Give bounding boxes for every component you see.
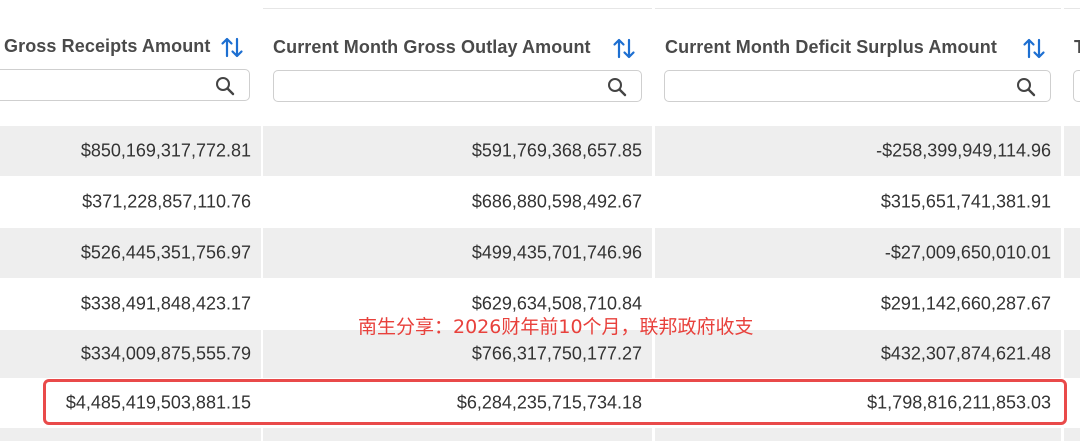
column-title: Current Month Deficit Surplus Amount <box>665 37 997 57</box>
table-cell: $850,169,317,772.81 <box>0 126 261 176</box>
annotation-caption: 南生分享：2026财年前10个月，联邦政府收支 <box>358 316 754 338</box>
data-table: Gross Receipts Amount $850,169,317,772.8… <box>0 0 1080 441</box>
outlay-value: $686,880,598,492.67 <box>471 191 642 212</box>
table-cell: $4,485,419,503,881.15 <box>0 378 261 428</box>
magnifier-icon <box>607 77 627 97</box>
table-cell: $686,880,598,492.67 <box>263 176 652 228</box>
deficit-value: $315,651,741,381.91 <box>880 191 1051 212</box>
receipts-value: $850,169,317,772.81 <box>80 140 251 161</box>
receipts-value: $371,228,857,110.76 <box>82 191 251 212</box>
search-input[interactable] <box>273 70 642 102</box>
search-input[interactable] <box>664 70 1051 102</box>
deficit-value: $1,798,816,211,853.03 <box>867 392 1051 413</box>
table-cell <box>1064 330 1080 378</box>
table-cell <box>1064 126 1080 176</box>
table-cell <box>0 428 261 441</box>
table-cell <box>263 428 652 441</box>
table-cell: $6,284,235,715,734.18 <box>263 378 652 428</box>
column-deficit-surplus: Current Month Deficit Surplus Amount -$2… <box>655 0 1061 441</box>
column-header: Gross Receipts Amount <box>0 8 261 126</box>
table-cell: $334,009,875,555.79 <box>0 330 261 378</box>
column-gross-outlay: Current Month Gross Outlay Amount $591,7… <box>263 0 652 441</box>
column-gross-receipts: Gross Receipts Amount $850,169,317,772.8… <box>0 0 261 441</box>
receipts-value: $4,485,419,503,881.15 <box>65 392 251 413</box>
table-cell: $371,228,857,110.76 <box>0 176 261 228</box>
deficit-value: -$258,399,949,114.96 <box>876 140 1051 161</box>
deficit-value: $291,142,660,287.67 <box>880 293 1051 314</box>
column-partial: T <box>1064 0 1080 441</box>
deficit-value: -$27,009,650,010.01 <box>884 242 1051 263</box>
table-cell: $1,798,816,211,853.03 <box>655 378 1061 428</box>
column-title: T <box>1074 37 1080 57</box>
search-input[interactable] <box>0 69 250 101</box>
table-cell: -$27,009,650,010.01 <box>655 228 1061 278</box>
receipts-value: $338,491,848,423.17 <box>80 293 251 314</box>
sort-arrows-icon[interactable] <box>1022 36 1046 62</box>
outlay-value: $766,317,750,177.27 <box>471 343 642 364</box>
table-cell <box>1064 278 1080 330</box>
table-cell <box>1064 378 1080 428</box>
table-cell: $315,651,741,381.91 <box>655 176 1061 228</box>
receipts-value: $526,445,351,756.97 <box>80 242 251 263</box>
table-cell <box>1064 228 1080 278</box>
table-cell <box>655 428 1061 441</box>
sort-arrows-icon[interactable] <box>220 35 244 61</box>
table-cell: $338,491,848,423.17 <box>0 278 261 330</box>
sort-arrows-icon[interactable] <box>612 36 636 62</box>
receipts-value: $334,009,875,555.79 <box>80 343 251 364</box>
search-input[interactable] <box>1073 70 1080 102</box>
table-cell <box>1064 428 1080 441</box>
column-header: Current Month Gross Outlay Amount <box>263 8 652 127</box>
outlay-value: $6,284,235,715,734.18 <box>456 392 642 413</box>
table-cell: $591,769,368,657.85 <box>263 126 652 176</box>
column-title: Gross Receipts Amount <box>4 36 211 56</box>
magnifier-icon <box>215 76 235 96</box>
magnifier-icon <box>1016 77 1036 97</box>
table-cell <box>1064 176 1080 228</box>
column-title: Current Month Gross Outlay Amount <box>273 37 591 57</box>
table-cell: $526,445,351,756.97 <box>0 228 261 278</box>
outlay-value: $591,769,368,657.85 <box>471 140 642 161</box>
deficit-value: $432,307,874,621.48 <box>880 343 1051 364</box>
table-cell: $499,435,701,746.96 <box>263 228 652 278</box>
outlay-value: $499,435,701,746.96 <box>471 242 642 263</box>
column-header: T <box>1064 8 1080 127</box>
table-cell: -$258,399,949,114.96 <box>655 126 1061 176</box>
column-header: Current Month Deficit Surplus Amount <box>655 8 1061 127</box>
